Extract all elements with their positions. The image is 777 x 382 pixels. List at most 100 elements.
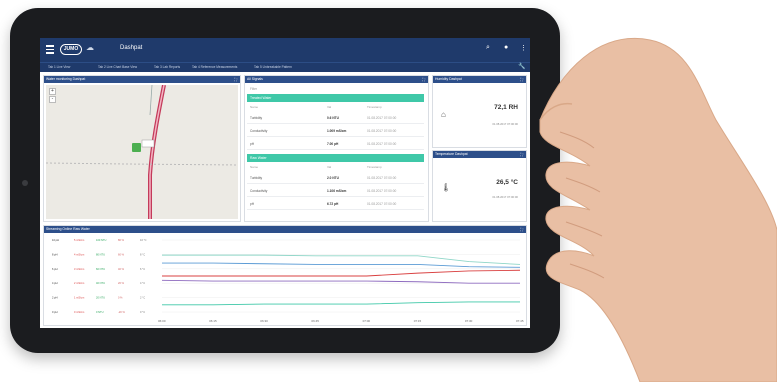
zoom-in-button[interactable]: +	[49, 88, 56, 95]
table-row[interactable]: Turbidity 0.6 NTU 01.08.2017 07:00:00	[247, 111, 424, 124]
account-icon[interactable]: ●	[504, 44, 508, 51]
humidity-value: 72,1 RH	[494, 104, 518, 111]
tab-live-chart[interactable]: Tab 2 Live Chart Base View	[98, 65, 137, 69]
y-tick-label: 5 mS/cm	[74, 238, 84, 242]
signals-panel: All Signals ⛶ Filter Treated Water Name …	[244, 75, 429, 222]
x-tick-label: 06:30	[260, 319, 268, 323]
series-line-1[interactable]	[162, 262, 521, 268]
x-tick-label: 07:30	[465, 319, 473, 323]
wrench-icon[interactable]: 🔧	[518, 63, 525, 70]
y-tick-label: 0 pH	[52, 310, 58, 314]
y-tick-label: 0 %	[118, 296, 123, 300]
brand-logo: JUMO	[60, 44, 82, 55]
y-tick-label: 100 NTU	[96, 238, 107, 242]
menu-icon[interactable]	[46, 45, 54, 54]
y-tick-label: 2 mS/cm	[74, 281, 84, 285]
filter-field[interactable]: Filter	[250, 87, 257, 91]
y-tick-label: 2 pH	[52, 296, 58, 300]
y-tick-label: 2 °C	[140, 296, 145, 300]
table-row[interactable]: pH 6.72 pH 01.08.2017 07:00:00	[247, 197, 424, 210]
app-title: Dashpat	[120, 45, 143, 51]
y-tick-label: 6 pH	[52, 267, 58, 271]
tab-live-view[interactable]: Tab 1 Live View	[48, 65, 70, 69]
series-line-4[interactable]	[162, 301, 520, 306]
expand-icon[interactable]: ⛶	[520, 226, 523, 233]
thermometer-icon: 🌡	[441, 183, 452, 192]
humidity-timestamp: 01.08.2017 07:00:00	[492, 122, 518, 126]
tab-unbreakable[interactable]: Tab 5 Unbreakable Pattern	[254, 65, 292, 69]
y-tick-label: 4 °C	[140, 281, 145, 285]
temperature-timestamp: 01.08.2017 07:00:00	[492, 195, 518, 199]
y-tick-label: 60 %	[118, 252, 125, 256]
series-line-2[interactable]	[162, 269, 521, 277]
expand-icon[interactable]: ⛶	[520, 76, 523, 83]
y-tick-label: 10 °C	[140, 238, 147, 242]
chart-panel-header: Streaming Online Raw Water ⛶	[44, 226, 526, 233]
table-header: Name Val Timestamp	[250, 165, 382, 169]
chart-panel: Streaming Online Raw Water ⛶ 10 pH 8 pH 6 …	[43, 225, 527, 326]
signals-panel-header: All Signals ⛶	[245, 76, 428, 83]
y-tick-label: 0 mS/cm	[74, 310, 84, 314]
temperature-panel-title: Temperature Dashpat	[435, 152, 468, 156]
chart-panel-title: Streaming Online Raw Water	[46, 227, 90, 231]
cloud-icon: ☁	[86, 43, 94, 52]
y-tick-label: 20 %	[118, 281, 125, 285]
y-tick-label: 8 pH	[52, 252, 58, 256]
y-tick-label: 6 °C	[140, 267, 145, 271]
humidity-panel-title: Humidity Dashpat	[435, 77, 462, 81]
search-icon[interactable]: ⌕	[486, 44, 490, 52]
table-row[interactable]: Conductivity 1.106 mS/cm 01.08.2017 07:0…	[247, 184, 424, 197]
temperature-panel-header: Temperature Dashpat ⛶	[433, 151, 526, 158]
tab-lab-reports[interactable]: Tab 3 Lab Reports	[154, 65, 180, 69]
signals-panel-title: All Signals	[247, 77, 263, 81]
y-tick-label: -20 %	[118, 310, 125, 314]
tablet-screen: JUMO ☁ Dashpat ⌕ ● ⋮ Tab 1 Live View Tab…	[40, 38, 530, 328]
section-raw-water[interactable]: Raw Water	[247, 154, 424, 162]
humidity-icon: ⌂	[441, 110, 446, 119]
y-tick-label: 40 NTU	[96, 281, 105, 285]
series-line-3[interactable]	[161, 279, 520, 284]
table-row[interactable]: pH 7.00 pH 01.08.2017 07:00:00	[247, 137, 424, 150]
map-layer	[46, 85, 238, 219]
y-tick-label: 60 NTU	[96, 267, 105, 271]
y-tick-label: 0 NTU	[96, 310, 104, 314]
y-tick-label: 0 °C	[140, 310, 145, 314]
line-chart[interactable]: 10 pH 8 pH 6 pH 4 pH 2 pH 0 pH 5 mS/cm 4 mS/cm 3…	[44, 234, 526, 326]
y-tick-label: 20 NTU	[96, 296, 105, 300]
x-tick-label: 07:45	[516, 319, 524, 323]
expand-icon[interactable]: ⛶	[520, 151, 523, 158]
temperature-value: 26,5 °C	[496, 179, 518, 186]
tab-reference[interactable]: Tab 4 Reference Measurements	[192, 65, 237, 69]
camera-lens	[22, 180, 28, 186]
map-panel-header: Water monitoring Dashpat ⛶	[44, 76, 240, 83]
y-tick-label: 80 NTU	[96, 252, 105, 256]
temperature-panel: Temperature Dashpat ⛶ 🌡 26,5 °C 01.08.20…	[432, 150, 527, 222]
y-tick-label: 3 mS/cm	[74, 267, 84, 271]
zoom-out-button[interactable]: -	[49, 96, 56, 103]
map-view[interactable]: + -	[46, 85, 238, 219]
x-tick-label: 06:15	[209, 319, 217, 323]
more-icon[interactable]: ⋮	[520, 44, 527, 52]
x-tick-label: 06:00	[158, 319, 166, 323]
humidity-panel: Humidity Dashpat ⛶ ⌂ 72,1 RH 01.08.2017 …	[432, 75, 527, 148]
photo-scene: JUMO ☁ Dashpat ⌕ ● ⋮ Tab 1 Live View Tab…	[0, 0, 777, 382]
table-row[interactable]: Conductivity 1.009 mS/cm 01.08.2017 07:0…	[247, 124, 424, 137]
x-tick-label: 06:45	[311, 319, 319, 323]
map-panel-title: Water monitoring Dashpat	[46, 77, 86, 81]
humidity-panel-header: Humidity Dashpat ⛶	[433, 76, 526, 83]
expand-icon[interactable]: ⛶	[422, 76, 425, 83]
x-tick-label: 07:15	[414, 319, 422, 323]
app-bar: JUMO ☁ Dashpat ⌕ ● ⋮	[40, 38, 530, 62]
tab-bar: Tab 1 Live View Tab 2 Live Chart Base Vi…	[40, 62, 530, 72]
y-tick-label: 10 pH	[52, 238, 59, 242]
table-header: Name Val Timestamp	[250, 105, 382, 109]
y-tick-label: 1 mS/cm	[74, 296, 84, 300]
section-treated-water[interactable]: Treated Water	[247, 94, 424, 102]
y-tick-label: 4 mS/cm	[74, 252, 84, 256]
x-tick-label: 07:00	[363, 319, 371, 323]
table-row[interactable]: Turbidity 2.0 NTU 01.08.2017 07:00:00	[247, 171, 424, 184]
y-tick-label: 40 %	[118, 267, 125, 271]
y-tick-label: 80 %	[118, 238, 125, 242]
y-tick-label: 4 pH	[52, 281, 58, 285]
expand-icon[interactable]: ⛶	[234, 76, 237, 83]
